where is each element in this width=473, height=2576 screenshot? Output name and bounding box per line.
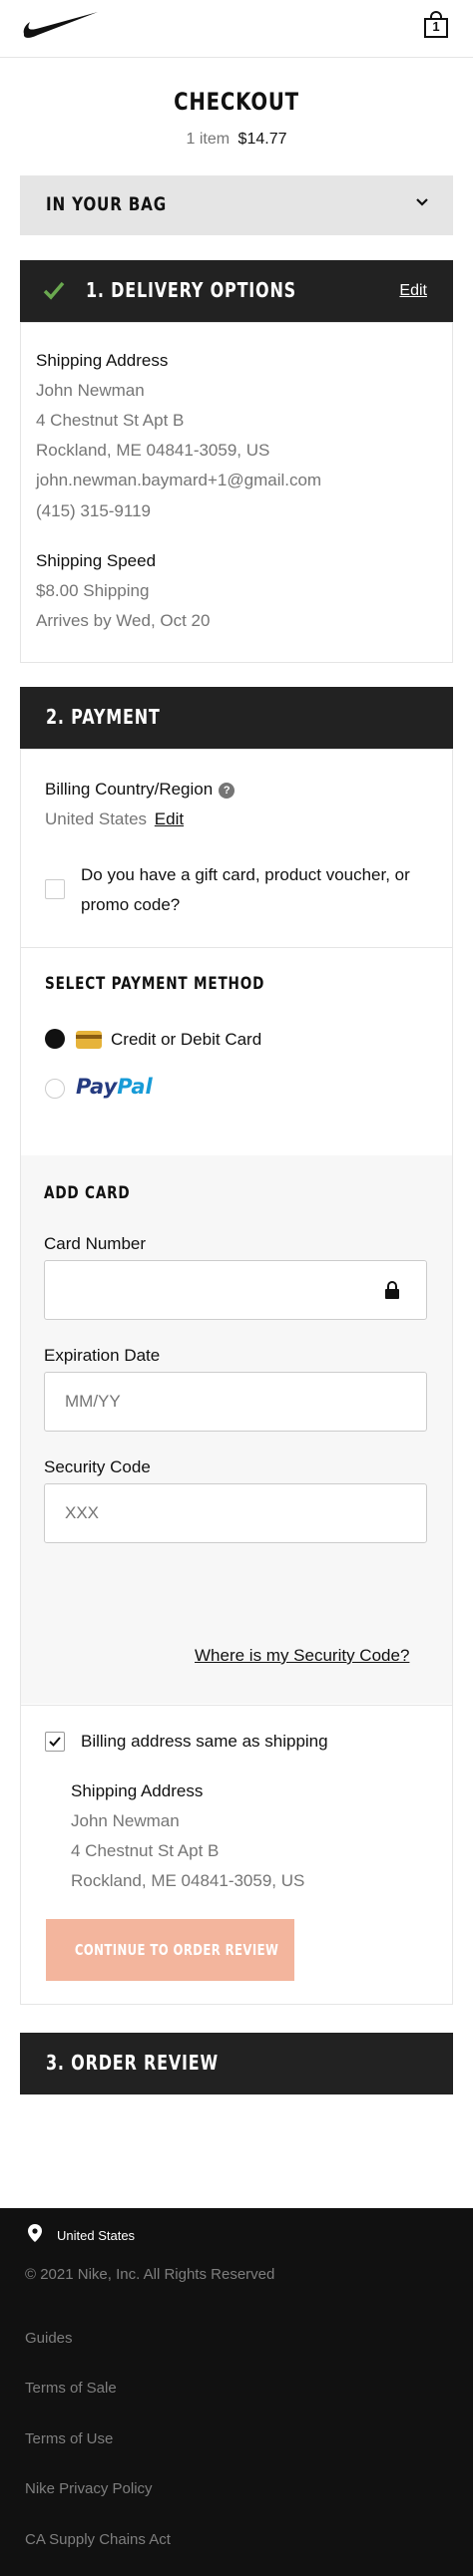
- expiration-date-field[interactable]: [44, 1372, 427, 1432]
- location-pin-icon: [28, 2224, 42, 2242]
- billing-country-value: United States: [45, 809, 148, 828]
- bag-section-title: IN YOUR BAG: [46, 193, 168, 215]
- shipping-phone: (415) 315-9119: [36, 501, 151, 520]
- shipping-name: John Newman: [36, 381, 145, 400]
- site-header: 1: [0, 0, 473, 58]
- section-divider: [20, 947, 453, 948]
- credit-card-radio[interactable]: [45, 1029, 65, 1049]
- help-icon[interactable]: ?: [219, 783, 236, 799]
- payment-section-title: 2. PAYMENT: [46, 705, 161, 729]
- footer-link-guides[interactable]: Guides: [25, 2330, 73, 2347]
- nike-logo-icon[interactable]: [22, 10, 100, 40]
- billing-shipping-address-label: Shipping Address: [71, 1781, 204, 1800]
- card-number-field[interactable]: [44, 1260, 427, 1320]
- add-card-title: ADD CARD: [44, 1183, 131, 1203]
- delivery-section-header: 1. DELIVERY OPTIONS Edit: [20, 260, 453, 322]
- billing-shipping-street: 4 Chestnut St Apt B: [71, 1841, 220, 1860]
- security-code-help-link[interactable]: Where is my Security Code?: [195, 1645, 409, 1667]
- bag-count-badge: 1: [432, 19, 440, 34]
- paypal-radio[interactable]: [45, 1079, 65, 1099]
- payment-section-header: 2. PAYMENT: [20, 687, 453, 749]
- item-count: 1 item: [186, 131, 231, 148]
- card-number-label: Card Number: [44, 1234, 147, 1253]
- billing-shipping-name: John Newman: [71, 1811, 180, 1830]
- footer-link-ca-supply-chains[interactable]: CA Supply Chains Act: [25, 2531, 171, 2548]
- order-review-section-header: 3. ORDER REVIEW: [20, 2033, 453, 2094]
- chevron-down-icon: [416, 198, 428, 206]
- site-footer: United States © 2021 Nike, Inc. All Righ…: [0, 2208, 473, 2576]
- order-summary: 1 item $14.77: [0, 131, 473, 149]
- security-code-field[interactable]: [44, 1483, 427, 1543]
- security-code-input[interactable]: [45, 1484, 426, 1542]
- paypal-logo[interactable]: PayPal: [76, 1075, 153, 1099]
- security-code-label: Security Code: [44, 1457, 151, 1476]
- shipping-price: $8.00 Shipping: [36, 581, 150, 600]
- billing-same-label[interactable]: Billing address same as shipping: [81, 1731, 328, 1753]
- delivery-edit-link[interactable]: Edit: [399, 282, 427, 300]
- billing-shipping-city: Rockland, ME 04841-3059, US: [71, 1871, 305, 1890]
- delivery-details: Shipping Address John Newman 4 Chestnut …: [20, 322, 453, 663]
- billing-country-label: Billing Country/Region?: [45, 779, 236, 801]
- order-total: $14.77: [237, 131, 287, 148]
- card-number-input[interactable]: [45, 1261, 426, 1319]
- shipping-speed-label: Shipping Speed: [36, 551, 157, 570]
- shipping-city: Rockland, ME 04841-3059, US: [36, 441, 270, 460]
- billing-country-row: United States Edit: [45, 808, 184, 830]
- footer-link-terms-of-use[interactable]: Terms of Use: [25, 2430, 113, 2447]
- credit-card-label[interactable]: Credit or Debit Card: [111, 1029, 261, 1051]
- continue-to-order-review-button[interactable]: CONTINUE TO ORDER REVIEW: [46, 1919, 294, 1981]
- select-payment-method-title: SELECT PAYMENT METHOD: [45, 974, 265, 994]
- checkbox-check-icon: [49, 1737, 61, 1747]
- shipping-address-label: Shipping Address: [36, 351, 169, 370]
- billing-same-checkbox[interactable]: [45, 1732, 65, 1752]
- footer-copyright: © 2021 Nike, Inc. All Rights Reserved: [25, 2266, 275, 2283]
- shopping-bag-icon[interactable]: 1: [421, 10, 451, 40]
- footer-country[interactable]: United States: [57, 2228, 135, 2243]
- shipping-email: john.newman.baymard+1@gmail.com: [36, 471, 322, 489]
- checkmark-icon: [43, 281, 65, 300]
- arrival-date: Arrives by Wed, Oct 20: [36, 611, 211, 630]
- billing-country-edit-link[interactable]: Edit: [155, 809, 184, 828]
- section-divider: [20, 1705, 453, 1706]
- billing-country-text: Billing Country/Region: [45, 780, 214, 799]
- expiration-date-label: Expiration Date: [44, 1346, 161, 1365]
- continue-button-label: CONTINUE TO ORDER REVIEW: [74, 1941, 279, 1959]
- gift-card-checkbox[interactable]: [45, 879, 65, 899]
- gift-card-line-1[interactable]: Do you have a gift card, product voucher…: [81, 864, 410, 886]
- gift-card-line-2[interactable]: promo code?: [81, 894, 180, 916]
- shipping-street: 4 Chestnut St Apt B: [36, 411, 185, 430]
- in-your-bag-toggle[interactable]: IN YOUR BAG: [20, 175, 453, 235]
- footer-link-terms-of-sale[interactable]: Terms of Sale: [25, 2380, 117, 2397]
- paypal-logo-pay: Pay: [76, 1075, 118, 1099]
- expiration-date-input[interactable]: [45, 1373, 426, 1431]
- delivery-section-title: 1. DELIVERY OPTIONS: [86, 278, 296, 302]
- credit-card-icon: [76, 1031, 102, 1049]
- order-review-section-title: 3. ORDER REVIEW: [46, 2051, 219, 2075]
- footer-link-privacy-policy[interactable]: Nike Privacy Policy: [25, 2480, 153, 2497]
- paypal-logo-pal: Pal: [117, 1075, 153, 1099]
- lock-icon: [385, 1281, 399, 1299]
- page-title: CHECKOUT: [174, 88, 299, 116]
